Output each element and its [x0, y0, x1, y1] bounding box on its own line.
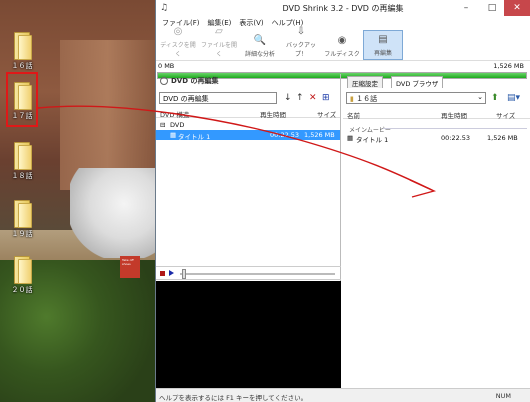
- desktop-folder-19[interactable]: １９話: [2, 200, 42, 239]
- menu-bar: ファイル(F) 編集(E) 表示(V) ヘルプ(H): [156, 16, 530, 29]
- video-preview: [156, 281, 341, 388]
- browser-title-name: タイトル 1: [356, 136, 389, 144]
- browser-title-time: 00:22.53: [441, 134, 471, 142]
- folder-icon: ▮: [350, 95, 354, 103]
- red-sign: Take off shoes: [120, 256, 140, 278]
- browser-columns: 名前 再生時間 サイズ: [343, 108, 530, 120]
- tree-columns: DVD 構造 再生時間 サイズ: [156, 107, 340, 119]
- reauthor-label: 再編集: [373, 50, 392, 57]
- dvd-shrink-window: ♫ DVD Shrink 3.2 - DVD の再編集 – □ ✕ ファイル(F…: [155, 0, 530, 402]
- browser-title-size: 1,526 MB: [487, 134, 518, 142]
- backup-label: バックアップ！: [285, 42, 316, 58]
- analysis-label: 詳細な分析: [244, 51, 275, 58]
- folder-label: １９話: [11, 230, 33, 238]
- circle-icon: [160, 77, 168, 85]
- title-bar[interactable]: ♫ DVD Shrink 3.2 - DVD の再編集 – □ ✕: [156, 0, 530, 16]
- tree-root-dvd[interactable]: ⊟ DVD: [156, 120, 340, 130]
- toolbar: ◎ ディスクを開く ▱ ファイルを開く 🔍 詳細な分析 ⇩ バックアップ！ ◉ …: [156, 26, 530, 61]
- stop-icon[interactable]: [160, 271, 165, 276]
- red-highlight-box: [6, 72, 38, 127]
- title-icon: ▦: [170, 131, 177, 139]
- col-time[interactable]: 再生時間: [441, 110, 467, 120]
- play-icon[interactable]: [169, 270, 174, 276]
- folder-icon: [12, 32, 32, 60]
- open-file-label: ファイルを開く: [200, 42, 237, 58]
- group-divider: [383, 128, 527, 129]
- num-lock-indicator: NUM: [495, 392, 511, 400]
- reauthor-title: DVD の再編集: [171, 77, 219, 85]
- title-icon: ▦: [347, 134, 354, 142]
- browser-tools: ▮ １６話 ⌄ ⬆ ▤▾: [343, 92, 530, 108]
- view-menu-icon[interactable]: ▤▾: [507, 92, 520, 104]
- reauthor-header: DVD の再編集: [156, 74, 340, 88]
- size-min: 0 MB: [158, 62, 175, 70]
- close-icon[interactable]: ✕: [504, 0, 530, 16]
- col-name[interactable]: 名前: [347, 110, 360, 120]
- folder-icon: [12, 256, 32, 284]
- title-name: タイトル 1: [178, 133, 211, 141]
- up-folder-icon[interactable]: ⬆: [491, 92, 499, 104]
- browser-title-row[interactable]: ▦ タイトル 1 00:22.53 1,526 MB: [343, 134, 530, 144]
- arrow-up-icon[interactable]: ↑: [296, 92, 304, 104]
- open-file-button[interactable]: ▱ ファイルを開く: [199, 26, 239, 60]
- browser-pane: 圧縮設定 DVD ブラウザ ▮ １６話 ⌄ ⬆ ▤▾ 名前 再生時間 サイズ メ…: [343, 74, 530, 388]
- arrow-down-icon[interactable]: ↓: [284, 92, 292, 104]
- maximize-icon[interactable]: □: [480, 0, 504, 16]
- title-size: 1,526 MB: [304, 131, 335, 139]
- tab-dvd-browser[interactable]: DVD ブラウザ: [391, 76, 444, 88]
- split-icon[interactable]: ⊞: [322, 92, 330, 104]
- size-max: 1,526 MB: [493, 62, 524, 70]
- buddha-statue-image: [70, 168, 155, 258]
- backup-button[interactable]: ⇩ バックアップ！: [281, 26, 321, 60]
- folder-icon: [12, 200, 32, 228]
- reauthor-pane: DVD の再編集 DVD の再編集 ↓ ↑ ✕ ⊞ DVD 構造 再生時間 サイ…: [156, 74, 341, 388]
- seek-slider[interactable]: [182, 269, 186, 279]
- desktop-folder-20[interactable]: ２０話: [2, 256, 42, 295]
- open-disc-label: ディスクを開く: [160, 42, 196, 58]
- desktop-folder-16[interactable]: １６話: [2, 32, 42, 71]
- col-size[interactable]: サイズ: [496, 110, 515, 120]
- reauthor-icon: ▤: [378, 34, 388, 45]
- tree-root-label: DVD: [170, 121, 185, 129]
- full-disc-icon: ◉: [337, 35, 347, 46]
- seek-track[interactable]: [180, 273, 335, 275]
- menu-view[interactable]: 表示(V): [235, 16, 267, 29]
- player-controls: [156, 266, 341, 280]
- tab-compression[interactable]: 圧縮設定: [347, 76, 383, 88]
- folder-label: ２０話: [11, 286, 33, 294]
- sign-text: Take off shoes: [122, 258, 134, 266]
- status-message: ヘルプを表示するには F1 キーを押してください。: [159, 394, 308, 402]
- minimize-icon[interactable]: –: [454, 0, 478, 16]
- analysis-icon: 🔍: [253, 35, 267, 46]
- folder-icon: [12, 142, 32, 170]
- minus-icon[interactable]: ⊟: [160, 121, 165, 129]
- delete-x-icon[interactable]: ✕: [309, 92, 317, 104]
- full-disc-button[interactable]: ◉ フルディスク: [322, 30, 362, 60]
- folder-dropdown-value: １６話: [356, 95, 378, 103]
- reauthor-tools: DVD の再編集 ↓ ↑ ✕ ⊞: [156, 92, 340, 107]
- desktop-folder-18[interactable]: １８話: [2, 142, 42, 181]
- dvd-browser-tab-label: DVD ブラウザ: [396, 80, 439, 88]
- analysis-button[interactable]: 🔍 詳細な分析: [240, 30, 280, 60]
- backup-icon: ⇩: [296, 26, 306, 37]
- open-disc-button[interactable]: ◎ ディスクを開く: [158, 26, 198, 60]
- chevron-down-icon: ⌄: [477, 93, 483, 101]
- folder-label: １８話: [11, 172, 33, 180]
- status-bar: ヘルプを表示するには F1 キーを押してください。 NUM: [156, 388, 530, 402]
- folder-dropdown[interactable]: ▮ １６話 ⌄: [346, 92, 486, 104]
- tree-title-row[interactable]: ▦ タイトル 1 00:22.53 1,526 MB: [156, 130, 340, 141]
- disc-open-icon: ◎: [173, 26, 183, 37]
- group-main-movie: メインムービー: [349, 127, 391, 134]
- dvd-name-input[interactable]: DVD の再編集: [159, 92, 277, 104]
- desktop-background: Take off shoes １６話 １７話 １８話 １９話 ２０話: [0, 0, 155, 402]
- browser-tabs: 圧縮設定 DVD ブラウザ: [343, 74, 530, 88]
- dvd-structure-tree: ⊟ DVD ▦ タイトル 1 00:22.53 1,526 MB: [156, 118, 340, 268]
- full-disc-label: フルディスク: [324, 51, 360, 58]
- compression-tab-label: 圧縮設定: [352, 80, 378, 88]
- folder-label: １６話: [11, 62, 33, 70]
- file-open-icon: ▱: [215, 26, 223, 37]
- title-time: 00:22.53: [270, 131, 300, 139]
- reauthor-button[interactable]: ▤ 再編集: [363, 30, 403, 60]
